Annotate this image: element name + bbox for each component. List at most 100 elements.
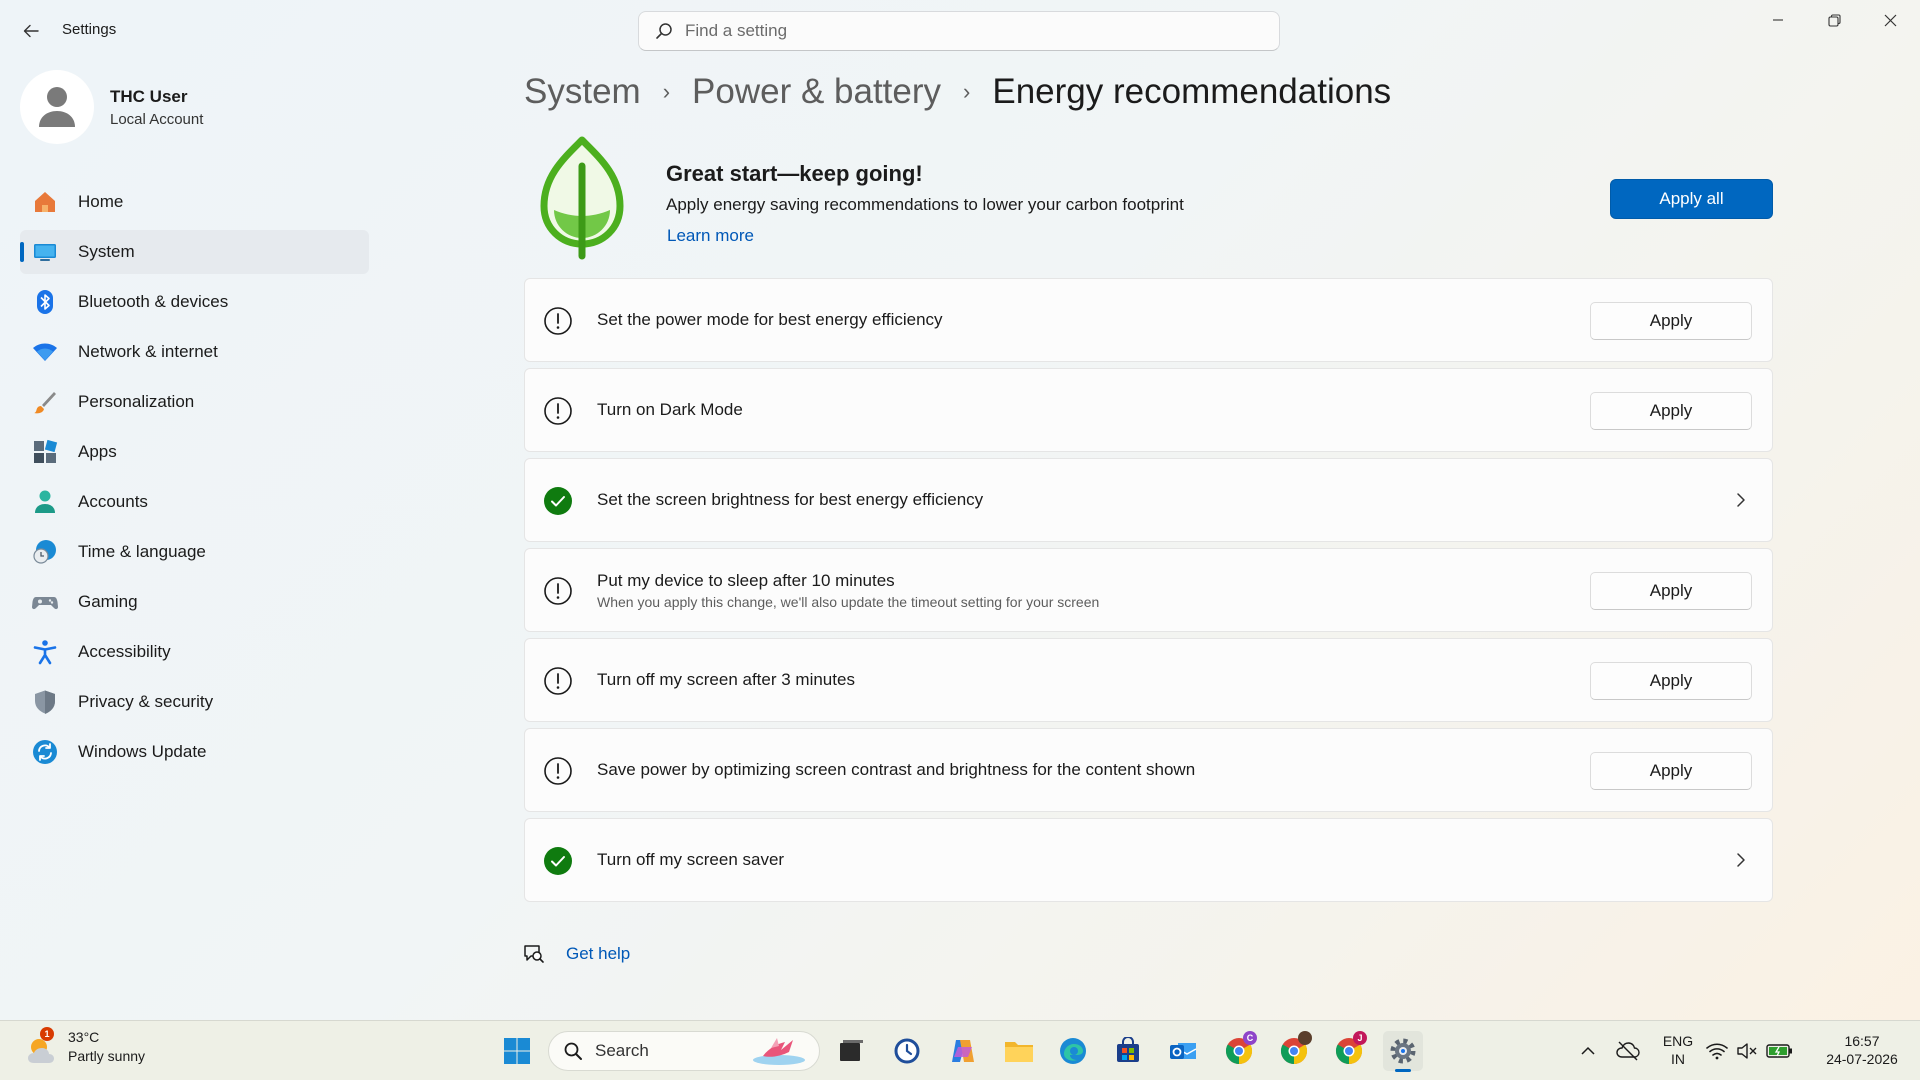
hero-title: Great start—keep going! bbox=[666, 161, 923, 186]
recommendation-title: Put my device to sleep after 10 minutes bbox=[597, 570, 895, 590]
sidebar-item-home[interactable]: Home bbox=[20, 180, 369, 224]
back-button[interactable] bbox=[16, 16, 46, 46]
sidebar-item-system[interactable]: System bbox=[20, 230, 369, 274]
taskbar-app-chrome-2[interactable] bbox=[1274, 1031, 1314, 1071]
sidebar-item-privacy-security[interactable]: Privacy & security bbox=[20, 680, 369, 724]
breadcrumb-separator: › bbox=[662, 79, 671, 104]
folder-icon bbox=[1005, 1042, 1033, 1062]
breadcrumb-power-battery[interactable]: Power & battery bbox=[692, 72, 941, 112]
back-arrow-icon bbox=[23, 24, 39, 38]
sidebar-item-time-language[interactable]: Time & language bbox=[20, 530, 369, 574]
recommendation-title: Turn on Dark Mode bbox=[597, 400, 743, 419]
apply-all-button[interactable]: Apply all bbox=[1610, 179, 1773, 219]
taskbar-app-chrome-1[interactable]: C bbox=[1219, 1031, 1259, 1071]
profile-account-type: Local Account bbox=[110, 110, 204, 128]
search-input[interactable] bbox=[685, 21, 1245, 41]
apply-button[interactable]: Apply bbox=[1590, 662, 1752, 700]
speaker-muted-icon bbox=[1737, 1043, 1757, 1059]
update-icon bbox=[32, 739, 58, 765]
apply-button[interactable]: Apply bbox=[1590, 302, 1752, 340]
settings-search-box[interactable] bbox=[638, 11, 1280, 51]
get-help[interactable]: Get help bbox=[522, 942, 630, 966]
search-highlight-icon bbox=[753, 1038, 805, 1065]
apply-button[interactable]: Apply bbox=[1590, 752, 1752, 790]
warning-circle-icon bbox=[544, 577, 572, 605]
recommendation-screen-brightness[interactable]: Set the screen brightness for best energ… bbox=[524, 458, 1773, 542]
sidebar-item-gaming[interactable]: Gaming bbox=[20, 580, 369, 624]
clock-date-text: 24-07-2026 bbox=[1826, 1051, 1898, 1067]
language-indicator[interactable]: ENG IN bbox=[1660, 1032, 1696, 1068]
help-chat-icon bbox=[524, 945, 544, 963]
weather-widget[interactable]: 1 33°C Partly sunny bbox=[26, 1027, 145, 1067]
profile-badge: C bbox=[1243, 1031, 1257, 1045]
task-view-button[interactable] bbox=[831, 1031, 871, 1071]
profile-badge: J bbox=[1353, 1031, 1367, 1045]
apply-button[interactable]: Apply bbox=[1590, 392, 1752, 430]
sidebar-item-label: Personalization bbox=[78, 392, 195, 411]
get-help-link[interactable]: Get help bbox=[566, 944, 630, 964]
taskbar-app-chrome-3[interactable]: J bbox=[1329, 1031, 1369, 1071]
cloud-offline-icon bbox=[1616, 1041, 1640, 1061]
accessibility-icon bbox=[32, 639, 58, 665]
chevron-right-icon[interactable] bbox=[1730, 849, 1752, 871]
quick-settings-button[interactable] bbox=[1700, 1031, 1800, 1071]
recommendation-screen-off: Turn off my screen after 3 minutes Apply bbox=[524, 638, 1773, 722]
energy-hero-banner: Great start—keep going! Apply energy sav… bbox=[524, 136, 1774, 266]
bluetooth-icon bbox=[32, 289, 58, 315]
sidebar-item-label: Network & internet bbox=[78, 342, 218, 361]
avatar bbox=[20, 70, 94, 144]
store-icon bbox=[1117, 1037, 1139, 1062]
minimize-icon bbox=[1773, 19, 1783, 21]
sidebar-item-label: Windows Update bbox=[78, 742, 207, 761]
close-button[interactable] bbox=[1862, 0, 1918, 40]
recommendation-title: Turn off my screen saver bbox=[597, 850, 785, 869]
weather-icon: 1 bbox=[26, 1027, 58, 1067]
profile-avatar-badge bbox=[1298, 1031, 1312, 1045]
taskbar-app-edge[interactable] bbox=[1053, 1031, 1093, 1071]
clock-app-icon bbox=[894, 1038, 920, 1064]
title-bar: Settings bbox=[0, 0, 1920, 60]
minimize-button[interactable] bbox=[1750, 0, 1806, 40]
clock-date[interactable]: 16:57 24-07-2026 bbox=[1812, 1032, 1912, 1068]
sidebar-item-apps[interactable]: Apps bbox=[20, 430, 369, 474]
shield-icon bbox=[32, 689, 58, 715]
taskbar-app-settings[interactable] bbox=[1383, 1031, 1423, 1072]
check-circle-icon bbox=[544, 487, 572, 515]
sidebar-item-network[interactable]: Network & internet bbox=[20, 330, 369, 374]
sidebar-item-accounts[interactable]: Accounts bbox=[20, 480, 369, 524]
recommendation-subtitle: When you apply this change, we'll also u… bbox=[597, 593, 1100, 610]
sidebar-item-windows-update[interactable]: Windows Update bbox=[20, 730, 369, 774]
start-button[interactable] bbox=[497, 1031, 537, 1071]
clock-time: 16:57 bbox=[1844, 1033, 1880, 1049]
taskbar-search[interactable]: Search bbox=[548, 1031, 820, 1071]
recommendation-screen-saver[interactable]: Turn off my screen saver bbox=[524, 818, 1773, 902]
show-hidden-icons-button[interactable] bbox=[1568, 1031, 1608, 1071]
sidebar-item-label: Bluetooth & devices bbox=[78, 292, 229, 311]
breadcrumb-separator: › bbox=[963, 79, 971, 104]
taskbar-app-copilot[interactable] bbox=[943, 1031, 983, 1071]
breadcrumb-system[interactable]: System bbox=[524, 72, 641, 112]
sidebar-item-accessibility[interactable]: Accessibility bbox=[20, 630, 369, 674]
restore-icon bbox=[1827, 13, 1841, 27]
active-app-indicator bbox=[1395, 1069, 1411, 1072]
chevron-up-icon bbox=[1581, 1046, 1595, 1055]
chevron-right-icon[interactable] bbox=[1730, 489, 1752, 511]
sidebar-item-personalization[interactable]: Personalization bbox=[20, 380, 369, 424]
battery-charging-icon bbox=[1766, 1044, 1792, 1058]
sidebar-item-bluetooth[interactable]: Bluetooth & devices bbox=[20, 280, 369, 324]
taskbar-app-store[interactable] bbox=[1108, 1031, 1148, 1071]
taskbar-app-file-explorer[interactable] bbox=[999, 1031, 1039, 1071]
windows-logo-icon bbox=[504, 1038, 530, 1064]
search-icon bbox=[656, 23, 672, 39]
recommendation-sleep: Put my device to sleep after 10 minutes … bbox=[524, 548, 1773, 632]
taskbar-app-clock[interactable] bbox=[887, 1031, 927, 1071]
user-profile[interactable]: THC User Local Account bbox=[20, 70, 203, 144]
person-avatar-icon bbox=[39, 87, 75, 127]
language-code: ENG bbox=[1662, 1033, 1694, 1049]
restore-button[interactable] bbox=[1806, 0, 1862, 40]
learn-more-link[interactable]: Learn more bbox=[667, 226, 754, 246]
onedrive-status[interactable] bbox=[1608, 1031, 1648, 1071]
apply-button[interactable]: Apply bbox=[1590, 572, 1752, 610]
taskbar-app-outlook[interactable] bbox=[1163, 1031, 1203, 1071]
sidebar-item-label: System bbox=[78, 242, 135, 261]
